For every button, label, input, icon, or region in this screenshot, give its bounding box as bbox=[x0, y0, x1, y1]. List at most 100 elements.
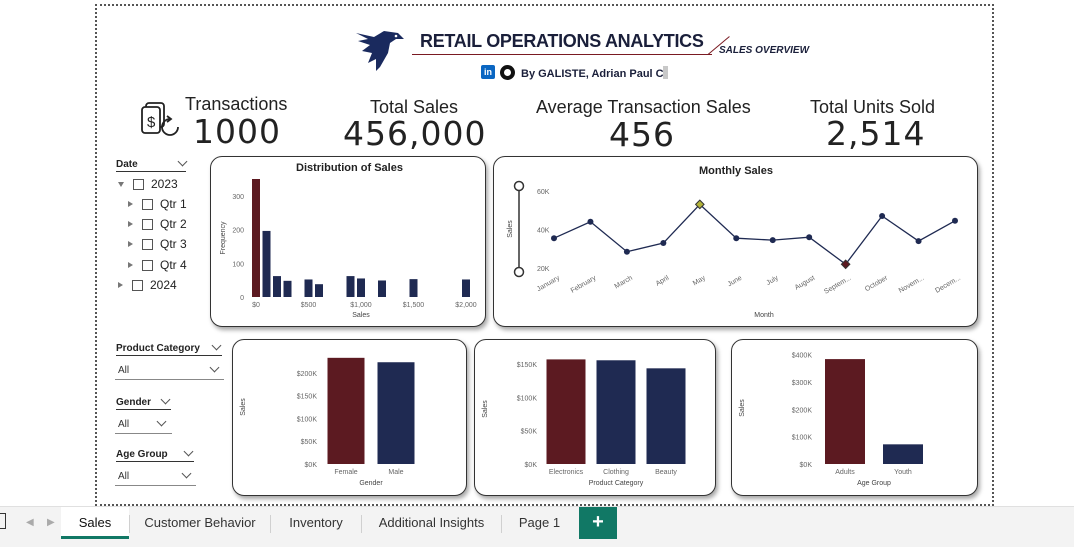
page-nav-box[interactable] bbox=[0, 513, 6, 529]
product-category-dropdown[interactable]: All bbox=[115, 361, 224, 380]
tab-page-1[interactable]: Page 1 bbox=[502, 507, 577, 539]
series-line bbox=[553, 203, 956, 266]
monthly-sales-card[interactable]: Monthly Sales 20K 40K 60K Sales January Febru… bbox=[493, 156, 978, 327]
eagle-logo-icon bbox=[356, 31, 404, 71]
y-tick-label: 200 bbox=[232, 228, 244, 235]
page-tab-bar: ◀ ▶ Sales Customer Behavior Inventory Ad… bbox=[0, 506, 1074, 547]
x-axis-label: Month bbox=[754, 312, 774, 319]
tab-customer-behavior[interactable]: Customer Behavior bbox=[130, 507, 270, 539]
x-tick-label: Male bbox=[388, 469, 403, 476]
kpi-total-sales-value: 456,000 bbox=[343, 114, 487, 153]
data-point bbox=[551, 235, 557, 242]
x-tick-label: Clothing bbox=[603, 469, 629, 476]
data-point bbox=[806, 234, 813, 241]
y-axis-label: Sales bbox=[240, 398, 247, 416]
data-point bbox=[769, 237, 776, 244]
date-slicer-title: Date bbox=[116, 159, 186, 172]
add-page-button[interactable]: + bbox=[579, 507, 617, 539]
zoom-slider-handle bbox=[513, 266, 525, 278]
histogram-bar bbox=[315, 284, 323, 297]
kpi-avg-transaction-value: 456 bbox=[609, 115, 675, 154]
y-tick-label: $400K bbox=[792, 353, 813, 360]
y-axis-label: Sales bbox=[739, 399, 746, 417]
histogram-bar bbox=[409, 279, 418, 297]
report-title: RETAIL OPERATIONS ANALYTICS bbox=[420, 31, 704, 51]
bar bbox=[546, 359, 586, 464]
report-subtitle: SALES OVERVIEW bbox=[719, 45, 810, 56]
x-axis-label: Sales bbox=[352, 312, 370, 319]
distribution-chart-card[interactable]: Distribution of Sales 0 100 200 300 $0 $500 $1… bbox=[210, 156, 486, 327]
data-point bbox=[952, 217, 958, 224]
x-tick-label: May bbox=[692, 274, 707, 287]
text-cursor-block bbox=[663, 66, 668, 79]
tab-sales[interactable]: Sales bbox=[61, 507, 129, 539]
histogram-bar bbox=[378, 280, 386, 297]
tree-item-qtr1[interactable]: Qtr 1 bbox=[128, 197, 187, 211]
x-tick-label: Decem... bbox=[934, 275, 962, 295]
age-bar-chart[interactable]: $0K $100K $200K $300K $400K Adults YouthAge Gr… bbox=[732, 340, 979, 497]
category-chart-card[interactable]: $0K $50K $100K $150K Electronics Clothing Beau… bbox=[474, 339, 716, 496]
tree-item-2024[interactable]: 2024 bbox=[118, 278, 177, 292]
tree-item-qtr4[interactable]: Qtr 4 bbox=[128, 258, 187, 272]
histogram-bar bbox=[283, 280, 292, 297]
checkbox[interactable] bbox=[142, 259, 153, 271]
y-tick-label: $100K bbox=[517, 395, 538, 402]
y-tick-label: $0K bbox=[305, 462, 318, 469]
tab-inventory[interactable]: Inventory bbox=[271, 507, 361, 539]
y-tick-label: 60K bbox=[537, 189, 550, 196]
histogram-bar bbox=[346, 276, 355, 297]
title-underline bbox=[412, 54, 712, 55]
github-icon[interactable] bbox=[500, 65, 515, 80]
data-point bbox=[915, 238, 922, 245]
y-tick-label: $100K bbox=[792, 435, 813, 442]
data-point bbox=[733, 235, 740, 242]
y-tick-label: 300 bbox=[232, 194, 244, 201]
histogram-bar bbox=[462, 279, 470, 297]
data-point bbox=[587, 218, 594, 225]
age-chart-card[interactable]: $0K $100K $200K $300K $400K Adults Youth Age Gr… bbox=[731, 339, 978, 496]
bar bbox=[825, 359, 865, 464]
x-tick-label: Septem... bbox=[823, 275, 852, 296]
y-tick-label: $300K bbox=[792, 380, 813, 387]
x-tick-label: Electronics bbox=[549, 469, 584, 476]
checkbox[interactable] bbox=[132, 279, 143, 291]
y-tick-label: $200K bbox=[297, 371, 318, 378]
x-tick-label: $0 bbox=[252, 302, 260, 309]
checkbox[interactable] bbox=[142, 198, 153, 210]
x-tick-label: Female bbox=[334, 469, 357, 476]
checkbox[interactable] bbox=[142, 218, 153, 230]
line-chart[interactable]: 20K40K60KSalesJanuary February March April M… bbox=[494, 157, 979, 328]
checkbox[interactable] bbox=[142, 238, 153, 250]
x-axis-label: Age Group bbox=[857, 480, 891, 487]
tree-item-qtr3[interactable]: Qtr 3 bbox=[128, 237, 187, 251]
x-tick-label: $500 bbox=[301, 302, 317, 309]
tree-item-qtr2[interactable]: Qtr 2 bbox=[128, 217, 187, 231]
histogram-chart[interactable]: 0 100 200 300 $0 $500 $1,000 $1,500 $2,000 Sales F… bbox=[211, 157, 487, 328]
gender-chart-card[interactable]: $0K $50K $100K $150K $200K Female Male Gender Sa… bbox=[232, 339, 467, 496]
next-page-icon[interactable]: ▶ bbox=[47, 517, 55, 528]
tree-item-2023[interactable]: 2023 bbox=[118, 177, 178, 191]
x-tick-label: Youth bbox=[894, 469, 912, 476]
checkbox[interactable] bbox=[133, 178, 144, 190]
y-tick-label: $50K bbox=[521, 429, 538, 436]
gender-bar-chart[interactable]: $0K $50K $100K $150K $200K Female Male Gender Sa… bbox=[233, 340, 468, 497]
y-tick-label: $100K bbox=[297, 416, 318, 423]
prev-page-icon[interactable]: ◀ bbox=[26, 517, 34, 528]
y-tick-label: 40K bbox=[537, 228, 550, 235]
kpi-transactions-value: 1000 bbox=[193, 112, 281, 151]
x-tick-label: October bbox=[864, 274, 890, 293]
tab-additional-insights[interactable]: Additional Insights bbox=[362, 507, 501, 539]
linkedin-icon[interactable]: in bbox=[481, 65, 495, 79]
histogram-bar bbox=[262, 230, 271, 297]
kpi-units-sold-value: 2,514 bbox=[826, 114, 926, 153]
bar bbox=[646, 368, 686, 464]
category-bar-chart[interactable]: $0K $50K $100K $150K Electronics Clothing Beau… bbox=[475, 340, 717, 497]
histogram-bar bbox=[304, 279, 313, 297]
author-byline: By GALISTE, Adrian Paul C. bbox=[521, 68, 667, 80]
y-tick-label: $150K bbox=[517, 362, 538, 369]
x-tick-label: $1,000 bbox=[350, 302, 372, 309]
x-tick-label: $1,500 bbox=[403, 302, 425, 309]
y-tick-label: $200K bbox=[792, 407, 813, 414]
y-tick-label: $150K bbox=[297, 394, 318, 401]
product-category-slicer-title: Product Category bbox=[116, 343, 222, 356]
